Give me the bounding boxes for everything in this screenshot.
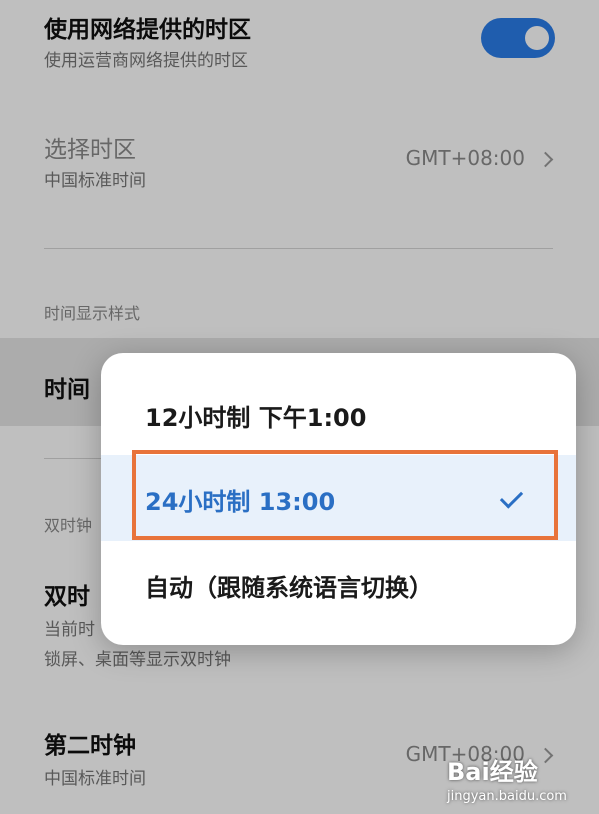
annotation-highlight-box xyxy=(132,450,558,540)
watermark-logo: Bai经验 xyxy=(447,758,538,786)
option-12-hour[interactable]: 12小时制 下午1:00 xyxy=(101,371,576,457)
watermark-url: jingyan.baidu.com xyxy=(447,789,567,804)
baidu-watermark: Bai经验 jingyan.baidu.com xyxy=(447,752,567,804)
option-12-hour-label: 12小时制 下午1:00 xyxy=(145,404,367,432)
option-auto-label: 自动（跟随系统语言切换） xyxy=(145,574,433,602)
option-auto[interactable]: 自动（跟随系统语言切换） xyxy=(101,541,576,627)
